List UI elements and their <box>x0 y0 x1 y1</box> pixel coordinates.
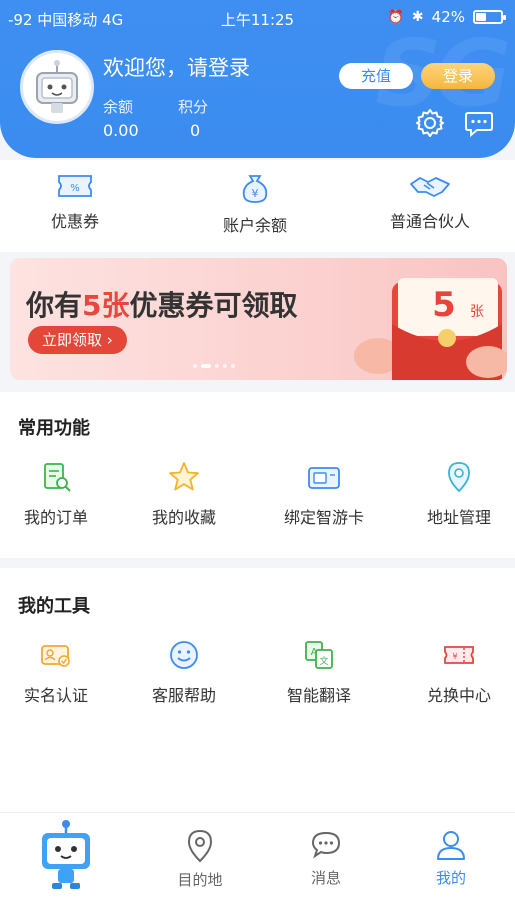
id-card-icon <box>41 645 70 667</box>
grid-item-label: 绑定智游卡 <box>283 508 364 527</box>
recharge-button[interactable]: 充值 <box>339 63 413 89</box>
section-title: 我的工具 <box>18 596 90 617</box>
common-functions-section: 常用功能 我的订单 我的收藏 绑定智游卡 地址管理 <box>0 392 515 558</box>
svg-text:文: 文 <box>319 655 328 667</box>
points-value: 0 <box>190 121 201 140</box>
tab-destination[interactable]: 目的地 <box>136 813 264 900</box>
banner-title-highlight: 5张 <box>82 289 130 322</box>
red-envelope-illustration: 5 张 <box>354 278 507 380</box>
carousel-dot[interactable] <box>215 364 219 368</box>
grid-item-favorites[interactable]: 我的收藏 <box>120 460 248 528</box>
quick-item-label: 优惠券 <box>50 212 99 231</box>
coupon-banner[interactable]: 你有5张优惠券可领取 立即领取 › 5 张 <box>10 258 507 380</box>
grid-item-label: 地址管理 <box>426 508 491 527</box>
carousel-dot-active[interactable] <box>201 364 211 368</box>
handshake-icon <box>410 177 450 197</box>
tab-mine[interactable]: 我的 <box>387 813 515 900</box>
tab-label: 我的 <box>435 869 466 887</box>
status-right: ⏰ ✱ 42% <box>387 8 506 26</box>
ticket-icon: ¥ <box>444 646 474 664</box>
battery-percent: 42% <box>431 8 465 26</box>
quick-item-partner[interactable]: 普通合伙人 <box>355 160 505 252</box>
balance-label: 余额 <box>103 98 134 116</box>
points-label: 积分 <box>178 98 209 116</box>
section-title: 常用功能 <box>18 418 90 439</box>
tab-label: 目的地 <box>177 871 223 889</box>
welcome-text[interactable]: 欢迎您，请登录 <box>103 52 250 82</box>
svg-text:¥: ¥ <box>252 187 259 200</box>
user-icon <box>437 831 465 860</box>
grid-item-realname[interactable]: 实名认证 <box>0 638 120 706</box>
claim-now-button[interactable]: 立即领取 › <box>28 326 127 354</box>
svg-text:A: A <box>311 647 318 658</box>
grid-item-label: 兑换中心 <box>426 686 491 705</box>
coupon-icon: % <box>58 175 92 197</box>
quick-item-label: 账户余额 <box>222 216 287 235</box>
grid-item-my-orders[interactable]: 我的订单 <box>0 460 120 528</box>
tab-messages[interactable]: 消息 <box>262 813 390 900</box>
quick-item-label: 普通合伙人 <box>389 212 470 231</box>
robot-avatar-icon <box>36 60 78 113</box>
grid-item-address[interactable]: 地址管理 <box>395 460 515 528</box>
status-bar: -92 中国移动 4G 上午11:25 ⏰ ✱ 42% <box>0 0 515 36</box>
svg-text:%: % <box>70 183 80 194</box>
carousel-dot[interactable] <box>223 364 227 368</box>
grid-item-translate[interactable]: A 文 智能翻译 <box>255 638 383 706</box>
grid-item-label: 实名认证 <box>23 686 88 705</box>
grid-item-label: 我的收藏 <box>151 508 216 527</box>
banner-title-suffix: 优惠券可领取 <box>129 289 298 322</box>
grid-item-label: 我的订单 <box>23 508 88 527</box>
envelope-number: 5 <box>432 285 456 325</box>
smile-icon <box>170 641 198 669</box>
login-button[interactable]: 登录 <box>421 63 495 89</box>
robot-mascot-icon <box>42 820 90 889</box>
gear-icon[interactable] <box>414 107 446 139</box>
grid-item-bind-card[interactable]: 绑定智游卡 <box>260 460 388 528</box>
envelope-unit: 张 <box>470 304 484 320</box>
bottom-tab-bar: 目的地 消息 我的 <box>0 812 515 900</box>
carousel-dot[interactable] <box>231 364 235 368</box>
quick-item-coupon[interactable]: % 优惠券 <box>0 160 150 252</box>
translate-icon: A 文 <box>305 641 333 669</box>
banner-title: 你有5张优惠券可领取 <box>26 284 298 324</box>
avatar[interactable] <box>20 50 94 124</box>
quick-links: % 优惠券 ¥ 账户余额 普通合伙人 <box>0 160 515 252</box>
profile-header: SG -92 中国移动 4G 上午11:25 ⏰ ✱ 42% 欢迎您，请登录 余… <box>0 0 515 158</box>
star-icon <box>169 462 199 491</box>
card-icon <box>308 467 340 489</box>
chat-icon <box>311 831 341 859</box>
location-icon <box>448 462 470 493</box>
carousel-dot[interactable] <box>193 364 197 368</box>
bluetooth-icon: ✱ <box>411 9 424 25</box>
quick-item-balance[interactable]: ¥ 账户余额 <box>180 160 330 252</box>
tab-home[interactable] <box>2 813 130 900</box>
order-icon <box>44 463 71 492</box>
grid-item-label: 客服帮助 <box>151 686 216 705</box>
message-icon[interactable] <box>463 107 495 139</box>
tab-label: 消息 <box>310 869 341 887</box>
svg-text:¥: ¥ <box>452 652 457 661</box>
banner-title-prefix: 你有 <box>26 289 83 322</box>
my-tools-section: 我的工具 实名认证 客服帮助 A 文 智能翻译 ¥ 兑换中心 <box>0 568 515 812</box>
alarm-icon: ⏰ <box>387 9 404 25</box>
carousel-indicator[interactable] <box>193 364 235 368</box>
battery-icon <box>473 10 506 24</box>
balance-value: 0.00 <box>103 121 139 140</box>
money-bag-icon: ¥ <box>242 175 268 203</box>
map-pin-icon <box>187 829 213 863</box>
grid-item-label: 智能翻译 <box>286 686 351 705</box>
grid-item-redeem[interactable]: ¥ 兑换中心 <box>395 638 515 706</box>
grid-item-customer-service[interactable]: 客服帮助 <box>120 638 248 706</box>
